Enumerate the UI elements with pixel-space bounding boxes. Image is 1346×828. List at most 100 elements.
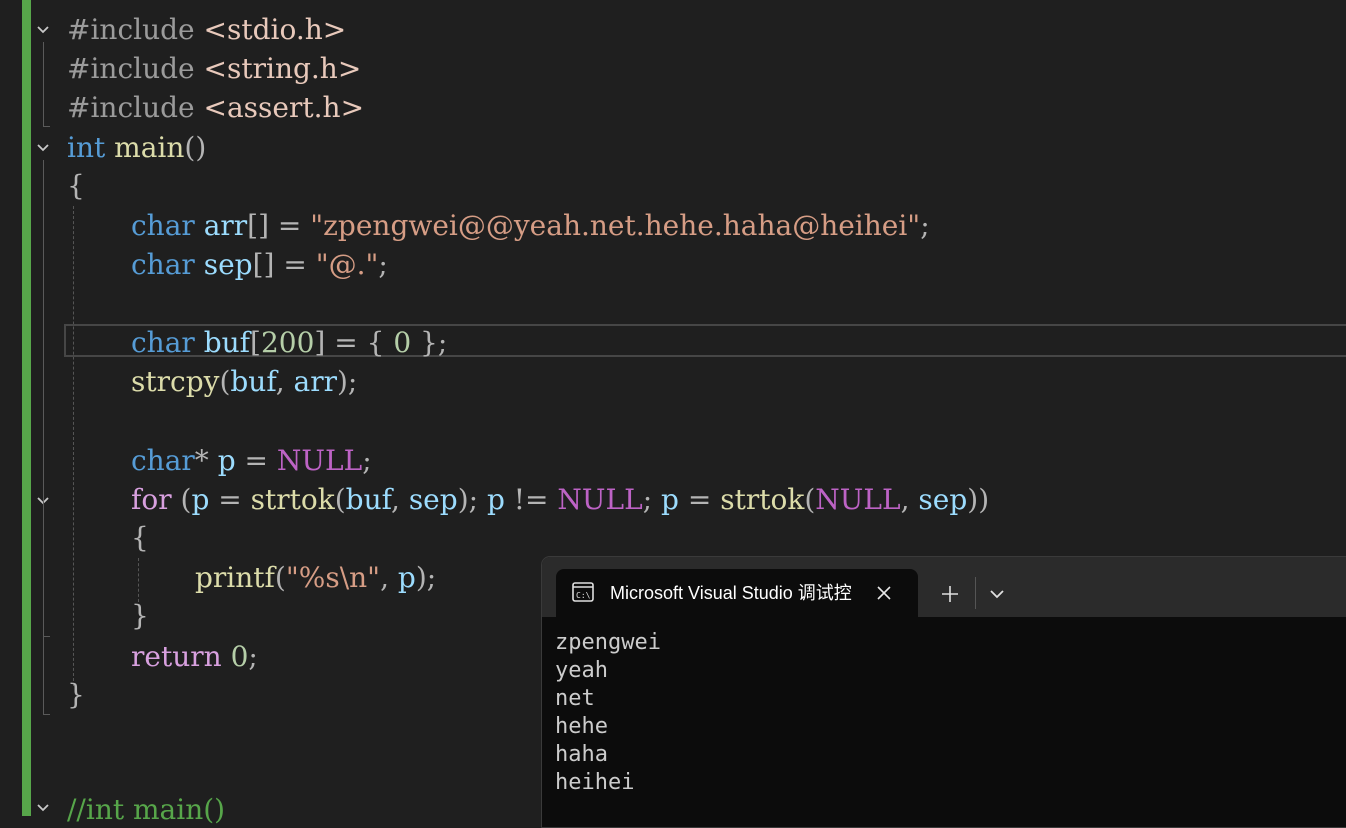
code-token: , bbox=[380, 561, 398, 594]
output-line: yeah bbox=[555, 658, 608, 683]
code-token: "@." bbox=[315, 248, 379, 281]
output-line: hehe bbox=[555, 714, 608, 739]
code-token: arr bbox=[203, 209, 248, 242]
code-token: , bbox=[391, 483, 409, 516]
code-line: for (p = strtok(buf, sep); p != NULL; p … bbox=[131, 482, 989, 518]
output-line: zpengwei bbox=[555, 630, 661, 655]
code-token: buf bbox=[203, 326, 251, 359]
close-icon[interactable] bbox=[874, 583, 894, 603]
code-token: //int main() bbox=[67, 793, 226, 826]
code-token: <stdio.h> bbox=[203, 13, 347, 46]
code-token: char bbox=[131, 209, 195, 242]
code-token: }; bbox=[411, 326, 448, 359]
code-token: strtok bbox=[250, 483, 335, 516]
code-line: char buf[200] = { 0 }; bbox=[131, 325, 447, 361]
code-token: "%s\n" bbox=[285, 561, 381, 594]
code-token: <assert.h> bbox=[203, 91, 365, 124]
code-token: #include bbox=[67, 52, 195, 85]
code-token: main bbox=[114, 131, 185, 164]
debug-console-window[interactable]: C:\ Microsoft Visual Studio 调试控 zpengwei… bbox=[541, 556, 1346, 828]
code-token: NULL bbox=[276, 444, 363, 477]
code-token: int bbox=[67, 131, 106, 164]
code-token: () bbox=[184, 131, 207, 164]
code-token: 0 bbox=[230, 640, 249, 673]
code-token: p bbox=[397, 561, 416, 594]
code-token: } bbox=[131, 599, 149, 632]
code-token: ( bbox=[171, 483, 192, 516]
code-token: 200 bbox=[260, 326, 315, 359]
code-token: p bbox=[217, 444, 236, 477]
code-token: , bbox=[275, 365, 294, 398]
code-line: #include <assert.h> bbox=[67, 90, 364, 126]
code-line: return 0; bbox=[131, 639, 258, 675]
code-token: "zpengwei@@yeah.net.hehe.haha@heihei" bbox=[310, 209, 921, 242]
code-line: #include <string.h> bbox=[67, 51, 361, 87]
terminal-tab[interactable]: C:\ Microsoft Visual Studio 调试控 bbox=[556, 569, 918, 617]
editor-gutter bbox=[0, 0, 22, 816]
fold-chevron-icon[interactable] bbox=[36, 141, 50, 155]
code-token: } bbox=[67, 678, 85, 711]
code-token: char bbox=[131, 444, 195, 477]
code-line: } bbox=[131, 598, 149, 634]
code-token: sep bbox=[918, 483, 968, 516]
code-token: for bbox=[131, 483, 172, 516]
code-token: ] = { bbox=[314, 326, 394, 359]
code-token: , bbox=[900, 483, 919, 516]
code-token: NULL bbox=[815, 483, 901, 516]
code-token: p bbox=[486, 483, 505, 516]
code-token: arr bbox=[293, 365, 337, 398]
code-token: )) bbox=[967, 483, 990, 516]
code-token: ( bbox=[334, 483, 346, 516]
code-token: = bbox=[235, 444, 277, 477]
code-token: ( bbox=[219, 365, 231, 398]
code-token: strcpy bbox=[131, 365, 220, 398]
code-token: [] = bbox=[247, 209, 311, 242]
code-token: ; bbox=[642, 483, 662, 516]
code-token: { bbox=[131, 521, 149, 554]
code-token: NULL bbox=[557, 483, 643, 516]
fold-range-line bbox=[43, 514, 44, 636]
terminal-tab-title: Microsoft Visual Studio 调试控 bbox=[610, 583, 852, 603]
code-token: ; bbox=[920, 209, 930, 242]
code-token: #include bbox=[67, 13, 195, 46]
code-token: printf bbox=[195, 561, 275, 594]
code-token: ); bbox=[457, 483, 487, 516]
code-token: buf bbox=[230, 365, 276, 398]
fold-chevron-icon[interactable] bbox=[36, 23, 50, 37]
code-line: int main() bbox=[67, 130, 206, 166]
fold-chevron-icon[interactable] bbox=[36, 801, 50, 815]
code-line: //int main() bbox=[67, 792, 225, 828]
code-token: buf bbox=[345, 483, 391, 516]
code-token: return bbox=[131, 640, 222, 673]
code-token: = bbox=[209, 483, 251, 516]
code-token: p bbox=[191, 483, 210, 516]
code-line: char arr[] = "zpengwei@@yeah.net.hehe.ha… bbox=[131, 208, 930, 244]
code-token: [] = bbox=[252, 248, 316, 281]
code-token: p bbox=[661, 483, 679, 516]
fold-range-line bbox=[43, 42, 44, 126]
plus-icon[interactable] bbox=[936, 580, 964, 608]
output-line: net bbox=[555, 686, 595, 711]
code-line: char sep[] = "@."; bbox=[131, 247, 388, 283]
code-line: printf("%s\n", p); bbox=[195, 560, 436, 596]
code-token: ( bbox=[274, 561, 286, 594]
fold-range-end bbox=[43, 714, 50, 715]
code-token: ; bbox=[362, 444, 372, 477]
code-token: = bbox=[678, 483, 721, 516]
fold-range-end bbox=[43, 126, 50, 127]
code-token: char bbox=[131, 326, 195, 359]
code-token: 0 bbox=[393, 326, 412, 359]
chevron-down-icon[interactable] bbox=[986, 583, 1008, 605]
code-line: strcpy(buf, arr); bbox=[131, 364, 357, 400]
code-token: ( bbox=[804, 483, 816, 516]
code-line: #include <stdio.h> bbox=[67, 12, 346, 48]
terminal-output: zpengwei yeah net hehe haha heihei bbox=[555, 629, 661, 797]
code-token: * bbox=[194, 444, 218, 477]
